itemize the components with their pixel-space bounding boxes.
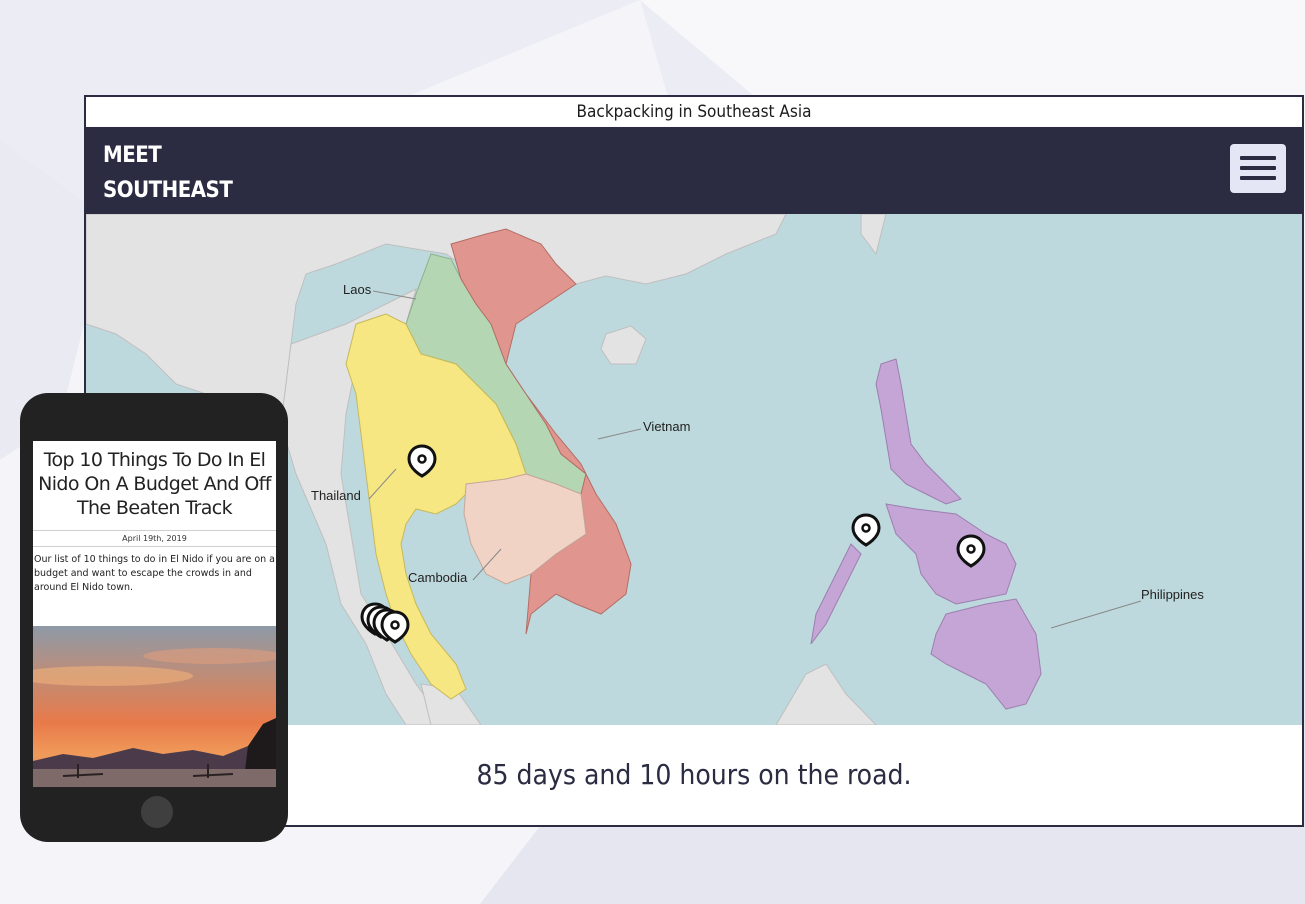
philippines-leader-line [1050,600,1142,629]
hainan-island [600,325,647,365]
brand-logo[interactable]: MEET SOUTHEAST [103,138,233,208]
label-philippines: Philippines [1141,587,1204,602]
vietnam-leader-line [597,428,642,440]
label-vietnam: Vietnam [643,419,690,434]
borneo-land [775,663,877,725]
philippines-country[interactable] [810,358,1042,710]
navbar: MEET SOUTHEAST [86,127,1302,214]
phone-screen: Top 10 Things To Do In El Nido On A Budg… [33,441,276,787]
home-button-icon[interactable] [141,796,173,828]
article-excerpt: Our list of 10 things to do in El Nido i… [34,554,275,593]
phone-mockup: Top 10 Things To Do In El Nido On A Budg… [20,393,288,842]
taiwan-island [860,214,887,256]
article-date: April 19th, 2019 [33,530,276,547]
article-title[interactable]: Top 10 Things To Do In El Nido On A Budg… [33,448,276,520]
map-pin-icon[interactable] [851,513,881,547]
hamburger-menu-icon [1240,156,1276,160]
brand-line-1: MEET [103,143,162,168]
hamburger-menu-button[interactable] [1230,144,1286,193]
article-sunset-photo [33,626,276,787]
page-title: Backpacking in Southeast Asia [86,97,1302,127]
brand-line-2: SOUTHEAST [103,178,233,203]
label-cambodia: Cambodia [408,570,468,585]
label-thailand: Thailand [311,488,361,503]
label-laos: Laos [343,282,372,297]
